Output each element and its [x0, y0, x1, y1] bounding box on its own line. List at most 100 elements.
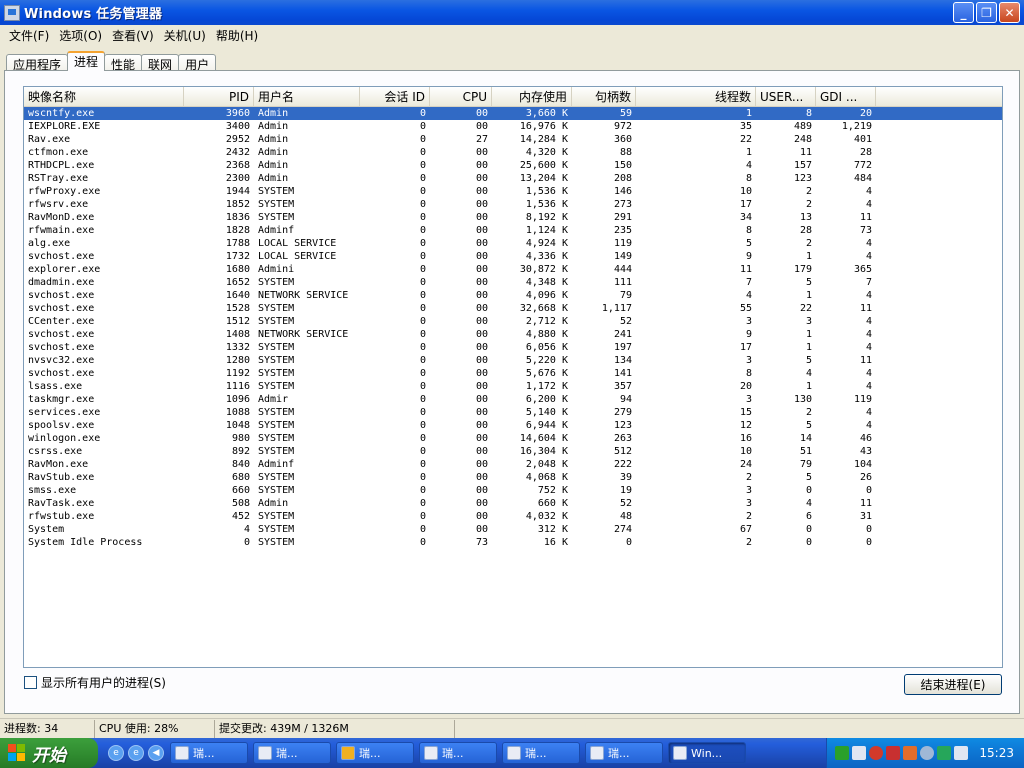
cell-pid: 1088 — [225, 407, 250, 418]
start-button[interactable]: 开始 — [0, 738, 98, 768]
cell-threads: 15 — [739, 407, 752, 418]
column-header-memory[interactable]: 内存使用 — [492, 87, 572, 107]
menu-shutdown[interactable]: 关机(U) — [159, 27, 211, 44]
table-row[interactable]: alg.exe 1788 LOCAL SERVICE 0 00 4,924 K 119 5 2 4 — [24, 237, 1002, 250]
cell-cpu: 00 — [475, 225, 488, 236]
table-row[interactable]: rfwstub.exe 452 SYSTEM 0 00 4,032 K 48 2 6 31 — [24, 510, 1002, 523]
taskbar-item-1[interactable]: 瑞... — [170, 742, 248, 764]
taskbar-item-task-manager[interactable]: Win... — [668, 742, 746, 764]
menu-help[interactable]: 帮助(H) — [211, 27, 263, 44]
table-row[interactable]: svchost.exe 1192 SYSTEM 0 00 5,676 K 141 8 4 4 — [24, 367, 1002, 380]
table-row[interactable]: ctfmon.exe 2432 Admin 0 00 4,320 K 88 1 11 28 — [24, 146, 1002, 159]
table-row[interactable]: nvsvc32.exe 1280 SYSTEM 0 00 5,220 K 134 3 5 11 — [24, 354, 1002, 367]
table-row[interactable]: smss.exe 660 SYSTEM 0 00 752 K 19 3 0 0 — [24, 484, 1002, 497]
cell-user-objects: 2 — [805, 199, 812, 210]
table-row[interactable]: CCenter.exe 1512 SYSTEM 0 00 2,712 K 52 3 3 4 — [24, 315, 1002, 328]
cell-image-name: System Idle Process — [28, 537, 143, 548]
tab-users[interactable]: 用户 — [178, 54, 217, 72]
ie-icon[interactable]: e — [108, 745, 124, 761]
menu-options[interactable]: 选项(O) — [54, 27, 107, 44]
cell-gdi-objects: 4 — [865, 420, 872, 431]
antivirus-icon[interactable] — [869, 746, 883, 760]
tray-icon-globe[interactable] — [920, 746, 934, 760]
cell-memory: 13,204 K — [519, 173, 568, 184]
end-process-button[interactable]: 结束进程(E) — [904, 674, 1002, 695]
close-button[interactable]: ✕ — [999, 2, 1020, 23]
restore-button[interactable]: ❐ — [976, 2, 997, 23]
table-row[interactable]: svchost.exe 1528 SYSTEM 0 00 32,668 K 1,117 55 2… — [24, 302, 1002, 315]
taskbar-item-5[interactable]: 瑞... — [502, 742, 580, 764]
column-header-user-objects[interactable]: USER... — [756, 87, 816, 107]
table-row[interactable]: RTHDCPL.exe 2368 Admin 0 00 25,600 K 150 4 157 77… — [24, 159, 1002, 172]
table-row[interactable]: IEXPLORE.EXE 3400 Admin 0 00 16,976 K 972 35 489… — [24, 120, 1002, 133]
cell-memory: 6,944 K — [525, 420, 568, 431]
table-row[interactable]: RavMon.exe 840 Adminf 0 00 2,048 K 222 24 79 104 — [24, 458, 1002, 471]
clock[interactable]: 15:23 — [979, 746, 1014, 760]
cell-pid: 980 — [231, 433, 250, 444]
table-row[interactable]: winlogon.exe 980 SYSTEM 0 00 14,604 K 263 16 14 4… — [24, 432, 1002, 445]
column-header-user[interactable]: 用户名 — [254, 87, 360, 107]
column-header-handles[interactable]: 句柄数 — [572, 87, 636, 107]
tab-processes[interactable]: 进程 — [67, 51, 106, 71]
taskbar-item-2[interactable]: 瑞... — [253, 742, 331, 764]
table-row[interactable]: svchost.exe 1408 NETWORK SERVICE 0 00 4,880 K… — [24, 328, 1002, 341]
network-icon[interactable] — [852, 746, 866, 760]
cell-cpu: 00 — [475, 472, 488, 483]
taskbar-item-label: 瑞... — [359, 747, 381, 760]
column-header-session[interactable]: 会话 ID — [360, 87, 430, 107]
table-row[interactable]: rfwmain.exe 1828 Adminf 0 00 1,124 K 235 8 28 73 — [24, 224, 1002, 237]
speaker-icon[interactable] — [886, 746, 900, 760]
cell-session: 0 — [419, 316, 426, 327]
table-row[interactable]: RavMonD.exe 1836 SYSTEM 0 00 8,192 K 291 34 13 11 — [24, 211, 1002, 224]
table-row[interactable]: svchost.exe 1732 LOCAL SERVICE 0 00 4,336 K 14… — [24, 250, 1002, 263]
taskbar-item-4[interactable]: 瑞... — [419, 742, 497, 764]
process-list[interactable]: 映像名称 PID 用户名 会话 ID CPU 内存使用 句柄数 线程数 USER… — [23, 86, 1003, 668]
umbrella-icon[interactable] — [937, 746, 951, 760]
tab-networking[interactable]: 联网 — [141, 54, 180, 72]
column-header-cpu[interactable]: CPU — [430, 87, 492, 107]
column-header-threads[interactable]: 线程数 — [636, 87, 756, 107]
cell-user: Admin — [258, 147, 289, 158]
cell-pid: 1408 — [225, 329, 250, 340]
tab-applications[interactable]: 应用程序 — [6, 54, 69, 72]
column-header-pid[interactable]: PID — [184, 87, 254, 107]
table-row[interactable]: rfwProxy.exe 1944 SYSTEM 0 00 1,536 K 146 10 2 4 — [24, 185, 1002, 198]
column-header-image-name[interactable]: 映像名称 — [24, 87, 184, 107]
table-row[interactable]: RSTray.exe 2300 Admin 0 00 13,204 K 208 8 123 484 — [24, 172, 1002, 185]
cell-threads: 11 — [739, 264, 752, 275]
table-row[interactable]: RavStub.exe 680 SYSTEM 0 00 4,068 K 39 2 5 26 — [24, 471, 1002, 484]
table-row[interactable]: RavTask.exe 508 Admin 0 00 660 K 52 3 4 11 — [24, 497, 1002, 510]
table-row[interactable]: System Idle Process 0 SYSTEM 0 73 16 K 0 2 0 0 — [24, 536, 1002, 549]
table-row[interactable]: svchost.exe 1332 SYSTEM 0 00 6,056 K 197 17 1 4 — [24, 341, 1002, 354]
show-all-users-checkbox[interactable] — [24, 676, 37, 689]
browser-icon[interactable]: e — [128, 745, 144, 761]
cell-pid: 0 — [243, 537, 250, 548]
column-header-gdi-objects[interactable]: GDI ... — [816, 87, 876, 107]
input-method-icon[interactable] — [954, 746, 968, 760]
tray-icon-green[interactable] — [835, 746, 849, 760]
menu-file[interactable]: 文件(F) — [4, 27, 54, 44]
table-row[interactable]: wscntfy.exe 3960 Admin 0 00 3,660 K 59 1 8 20 — [24, 107, 1002, 120]
table-row[interactable]: dmadmin.exe 1652 SYSTEM 0 00 4,348 K 111 7 5 7 — [24, 276, 1002, 289]
table-row[interactable]: explorer.exe 1680 Admini 0 00 30,872 K 444 11 17… — [24, 263, 1002, 276]
table-row[interactable]: System 4 SYSTEM 0 00 312 K 274 67 0 0 — [24, 523, 1002, 536]
table-row[interactable]: rfwsrv.exe 1852 SYSTEM 0 00 1,536 K 273 17 2 4 — [24, 198, 1002, 211]
show-all-users-row[interactable]: 显示所有用户的进程(S) — [24, 674, 166, 691]
cell-user-objects: 157 — [793, 160, 812, 171]
table-row[interactable]: Rav.exe 2952 Admin 0 27 14,284 K 360 22 248 401 — [24, 133, 1002, 146]
table-row[interactable]: services.exe 1088 SYSTEM 0 00 5,140 K 279 15 2 4 — [24, 406, 1002, 419]
tab-performance[interactable]: 性能 — [104, 54, 143, 72]
table-row[interactable]: taskmgr.exe 1096 Admir 0 00 6,200 K 94 3 130 119 — [24, 393, 1002, 406]
audio-manager-icon[interactable] — [903, 746, 917, 760]
table-row[interactable]: spoolsv.exe 1048 SYSTEM 0 00 6,944 K 123 12 5 4 — [24, 419, 1002, 432]
table-row[interactable]: svchost.exe 1640 NETWORK SERVICE 0 00 4,096 K… — [24, 289, 1002, 302]
quick-launch: e e ◀ — [108, 745, 164, 761]
table-row[interactable]: csrss.exe 892 SYSTEM 0 00 16,304 K 512 10 51 43 — [24, 445, 1002, 458]
taskbar-item-3[interactable]: 瑞... — [336, 742, 414, 764]
show-desktop-icon[interactable]: ◀ — [148, 745, 164, 761]
taskbar-item-6[interactable]: 瑞... — [585, 742, 663, 764]
cell-handles: 39 — [619, 472, 632, 483]
table-row[interactable]: lsass.exe 1116 SYSTEM 0 00 1,172 K 357 20 1 4 — [24, 380, 1002, 393]
minimize-button[interactable]: _ — [953, 2, 974, 23]
menu-view[interactable]: 查看(V) — [107, 27, 159, 44]
